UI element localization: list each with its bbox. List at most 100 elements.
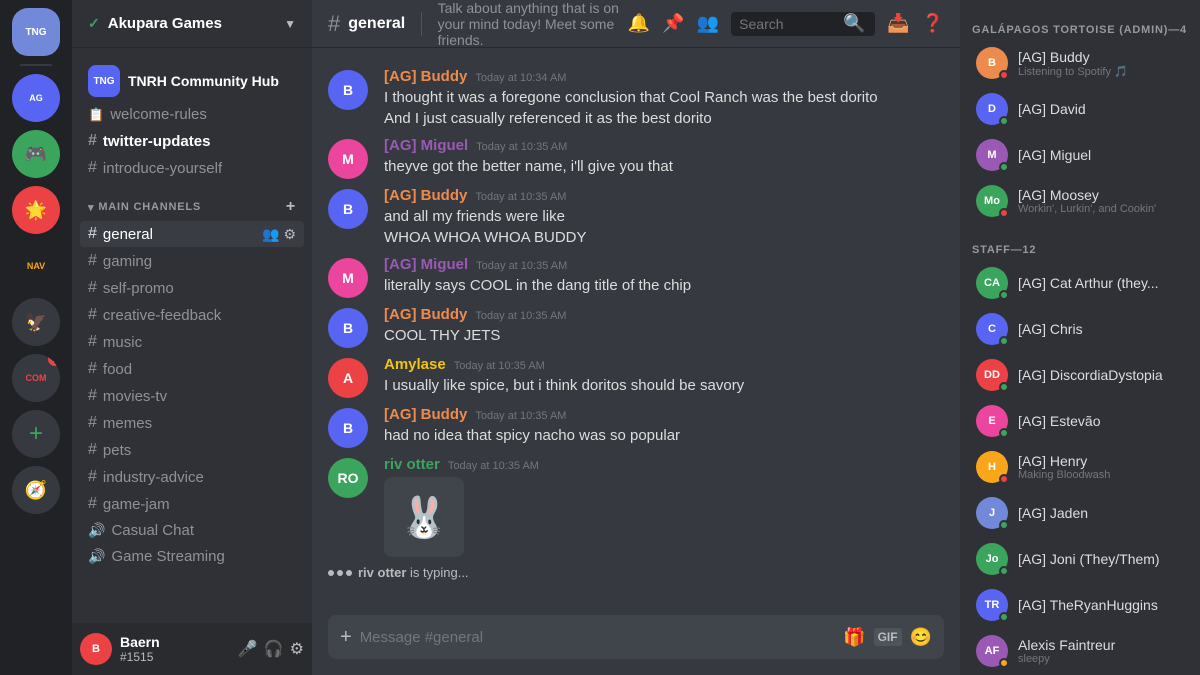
emoji-icon[interactable]: 😊 bbox=[910, 627, 932, 648]
channel-music[interactable]: # music bbox=[80, 329, 304, 355]
member-item[interactable]: TR [AG] TheRyanHuggins bbox=[968, 583, 1192, 627]
help-icon[interactable]: ❓ bbox=[922, 13, 944, 34]
server-icon-4[interactable]: NAV bbox=[12, 242, 60, 290]
members-icon[interactable]: 👥 bbox=[697, 13, 719, 34]
member-avatar: Mo bbox=[976, 185, 1008, 217]
channel-introduce-yourself[interactable]: # introduce-yourself bbox=[80, 155, 304, 181]
message-content: [AG] Buddy Today at 10:35 AM and all my … bbox=[384, 187, 944, 248]
channel-twitter-updates[interactable]: # twitter-updates bbox=[80, 128, 304, 154]
message-input[interactable] bbox=[360, 629, 835, 646]
member-item[interactable]: B [AG] Buddy Listening to Spotify 🎵 bbox=[968, 41, 1192, 85]
member-status: Making Bloodwash bbox=[1018, 469, 1184, 481]
channel-movies-tv[interactable]: # movies-tv bbox=[80, 383, 304, 409]
member-info: [AG] TheRyanHuggins bbox=[1018, 597, 1184, 613]
member-avatar: C bbox=[976, 313, 1008, 345]
channel-food[interactable]: # food bbox=[80, 356, 304, 382]
member-item[interactable]: M [AG] Miguel bbox=[968, 133, 1192, 177]
member-item[interactable]: C [AG] Chris bbox=[968, 307, 1192, 351]
hash-icon: # bbox=[88, 468, 97, 486]
member-item[interactable]: DD [AG] DiscordiaDystopia bbox=[968, 353, 1192, 397]
search-box[interactable]: 🔍 bbox=[731, 12, 875, 36]
attach-icon[interactable]: + bbox=[340, 626, 352, 649]
add-channel-icon[interactable]: + bbox=[286, 198, 296, 216]
avatar: RO bbox=[328, 458, 368, 498]
voice-icon: 🔊 bbox=[88, 548, 105, 565]
member-item[interactable]: AF Alexis Faintreur sleepy bbox=[968, 629, 1192, 673]
add-members-icon[interactable]: 👥 bbox=[262, 226, 279, 243]
hub-name: TNRH Community Hub bbox=[128, 73, 279, 89]
hash-icon: # bbox=[88, 414, 97, 432]
hash-icon: # bbox=[88, 132, 97, 150]
channel-label: Casual Chat bbox=[111, 522, 194, 539]
message-username: [AG] Buddy bbox=[384, 306, 467, 323]
channel-general[interactable]: # general 👥 ⚙ bbox=[80, 221, 304, 247]
notification-icon[interactable]: 🔔 bbox=[628, 13, 650, 34]
explore-button[interactable]: 🧭 bbox=[12, 466, 60, 514]
typing-dot-1 bbox=[328, 570, 334, 576]
message-group: B [AG] Buddy Today at 10:34 AM I thought… bbox=[312, 64, 960, 133]
channel-creative-feedback[interactable]: # creative-feedback bbox=[80, 302, 304, 328]
status-indicator bbox=[999, 70, 1009, 80]
server-icon-2[interactable]: 🎮 bbox=[12, 130, 60, 178]
pin-icon[interactable]: 📌 bbox=[662, 13, 684, 34]
hash-icon: # bbox=[88, 495, 97, 513]
voice-icon: 🔊 bbox=[88, 522, 105, 539]
community-hub-item[interactable]: TNG TNRH Community Hub bbox=[80, 57, 304, 101]
status-indicator bbox=[999, 336, 1009, 346]
message-username: [AG] Miguel bbox=[384, 137, 468, 154]
member-info: [AG] Cat Arthur (they... bbox=[1018, 275, 1184, 291]
member-name: Alexis Faintreur bbox=[1018, 637, 1184, 653]
message-username: Amylase bbox=[384, 356, 446, 373]
member-avatar: AF bbox=[976, 635, 1008, 667]
channel-self-promo[interactable]: # self-promo bbox=[80, 275, 304, 301]
inbox-icon[interactable]: 📥 bbox=[887, 13, 909, 34]
member-item[interactable]: Mo [AG] Moosey Workin', Lurkin', and Coo… bbox=[968, 179, 1192, 223]
member-item[interactable]: CA [AG] Cat Arthur (they... bbox=[968, 261, 1192, 305]
message-group: B [AG] Buddy Today at 10:35 AM COOL THY … bbox=[312, 302, 960, 352]
member-avatar: B bbox=[976, 47, 1008, 79]
member-info: [AG] Jaden bbox=[1018, 505, 1184, 521]
channel-pets[interactable]: # pets bbox=[80, 437, 304, 463]
member-item[interactable]: Jo [AG] Joni (They/Them) bbox=[968, 537, 1192, 581]
channel-label: movies-tv bbox=[103, 388, 167, 405]
member-avatar: J bbox=[976, 497, 1008, 529]
status-indicator bbox=[999, 612, 1009, 622]
gif-icon[interactable]: GIF bbox=[874, 628, 902, 646]
add-server-button[interactable]: + bbox=[12, 410, 60, 458]
server-icon-1[interactable]: AG bbox=[12, 74, 60, 122]
server-header[interactable]: ✓ Akupara Games ▼ bbox=[72, 0, 312, 48]
message-text: theyve got the better name, i'll give yo… bbox=[384, 156, 944, 177]
server-icon-6[interactable]: COM 1 bbox=[12, 354, 60, 402]
member-item[interactable]: E [AG] Estevão bbox=[968, 399, 1192, 443]
message-header: [AG] Miguel Today at 10:35 AM bbox=[384, 256, 944, 273]
gift-icon[interactable]: 🎁 bbox=[843, 627, 865, 648]
member-item[interactable]: H [AG] Henry Making Bloodwash bbox=[968, 445, 1192, 489]
channel-industry-advice[interactable]: # industry-advice bbox=[80, 464, 304, 490]
channel-game-jam[interactable]: # game-jam bbox=[80, 491, 304, 517]
search-input[interactable] bbox=[739, 16, 839, 32]
channel-gaming[interactable]: # gaming bbox=[80, 248, 304, 274]
channel-game-streaming[interactable]: 🔊 Game Streaming bbox=[80, 544, 304, 569]
server-icon-tnrh[interactable]: TNG bbox=[12, 8, 60, 56]
message-timestamp: Today at 10:35 AM bbox=[475, 410, 566, 422]
headset-icon[interactable]: 🎧 bbox=[264, 639, 284, 659]
hash-icon: # bbox=[88, 387, 97, 405]
member-info: [AG] DiscordiaDystopia bbox=[1018, 367, 1184, 383]
channel-casual-chat[interactable]: 🔊 Casual Chat bbox=[80, 518, 304, 543]
channel-memes[interactable]: # memes bbox=[80, 410, 304, 436]
settings-icon[interactable]: ⚙ bbox=[290, 639, 304, 659]
avatar: B bbox=[328, 70, 368, 110]
main-channels-category[interactable]: ▾ MAIN CHANNELS + bbox=[80, 182, 304, 220]
channel-welcome-rules[interactable]: 📋 welcome-rules bbox=[80, 102, 304, 127]
member-name: [AG] Jaden bbox=[1018, 505, 1184, 521]
discriminator: #1515 bbox=[120, 650, 230, 664]
server-icon-5[interactable]: 🦅 bbox=[12, 298, 60, 346]
settings-icon[interactable]: ⚙ bbox=[283, 226, 296, 243]
member-info: [AG] Buddy Listening to Spotify 🎵 bbox=[1018, 49, 1184, 78]
member-item[interactable]: D [AG] David bbox=[968, 87, 1192, 131]
avatar: M bbox=[328, 258, 368, 298]
mic-icon[interactable]: 🎤 bbox=[238, 639, 258, 659]
member-item[interactable]: J [AG] Jaden bbox=[968, 491, 1192, 535]
server-name: Akupara Games bbox=[108, 15, 222, 32]
server-icon-3[interactable]: 🌟 bbox=[12, 186, 60, 234]
